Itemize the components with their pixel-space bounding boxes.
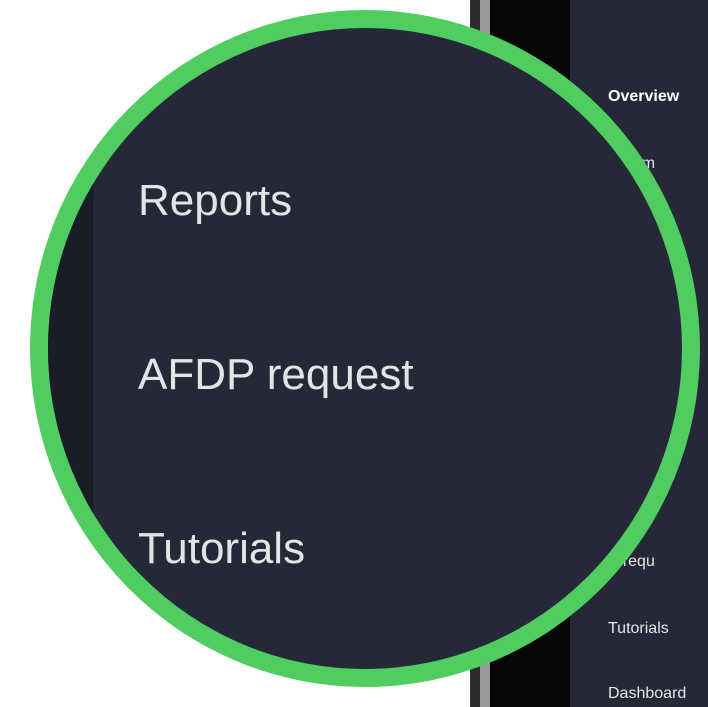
magnifier-edge — [48, 28, 93, 669]
magnified-item-tutorials[interactable]: Tutorials — [138, 524, 305, 574]
magnifier-callout: Reports AFDP request Tutorials — [30, 10, 700, 687]
sidebar-item-dashboard[interactable]: Dashboard — [608, 685, 686, 703]
magnified-item-afdp-request[interactable]: AFDP request — [138, 350, 414, 400]
sidebar-item-overview[interactable]: Overview — [608, 88, 679, 106]
magnified-item-reports[interactable]: Reports — [138, 176, 292, 226]
sidebar-item-tutorials[interactable]: Tutorials — [608, 620, 669, 638]
chevron-icon — [406, 666, 423, 669]
